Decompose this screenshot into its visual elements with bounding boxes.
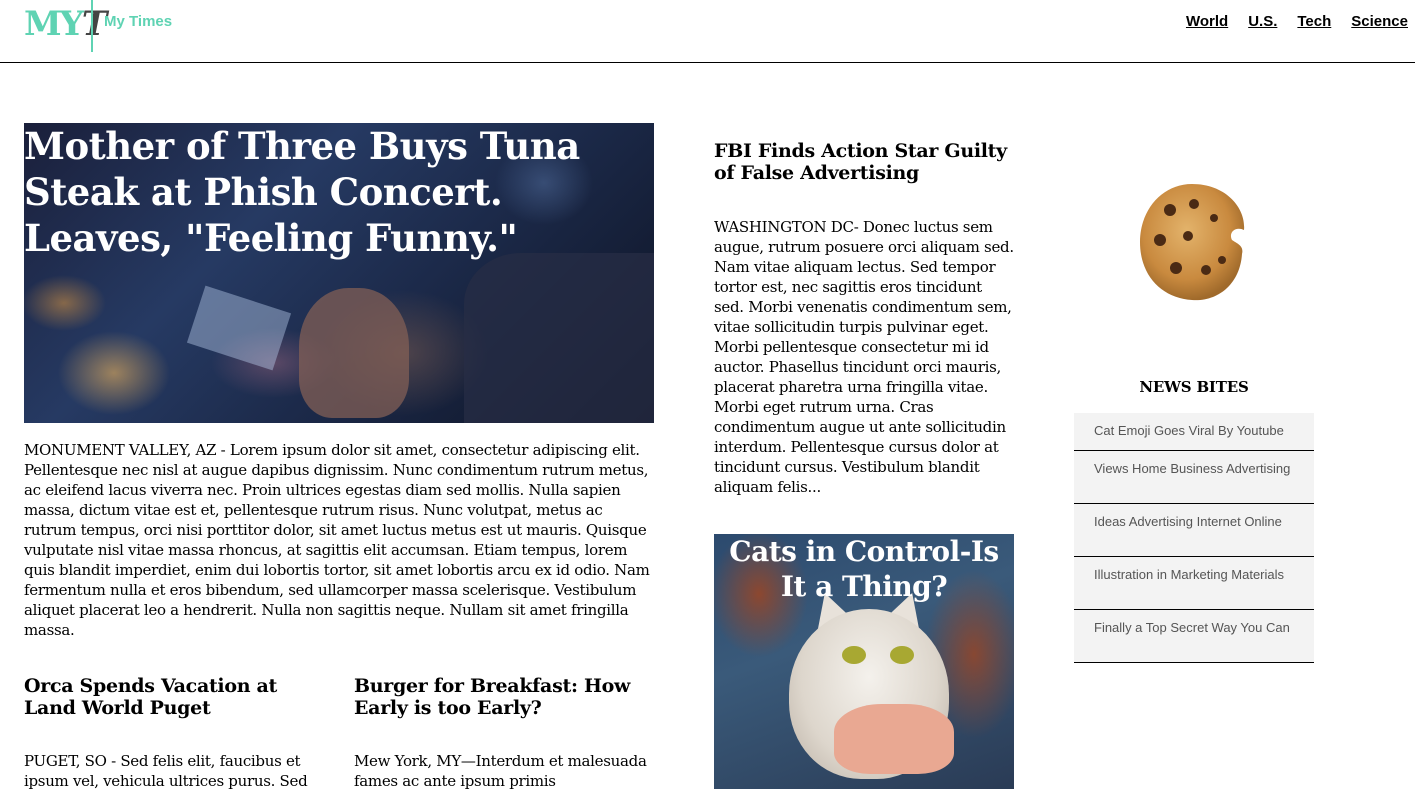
cat-eye-left bbox=[842, 646, 866, 664]
site-header: MYT My Times World U.S. Tech Science bbox=[0, 0, 1415, 63]
nav-link-us[interactable]: U.S. bbox=[1248, 13, 1277, 30]
news-bite-item[interactable]: Finally a Top Secret Way You Can bbox=[1074, 610, 1314, 663]
sub-story-1-title[interactable]: Orca Spends Vacation at Land World Puget bbox=[24, 675, 324, 719]
logo-divider bbox=[91, 0, 93, 52]
hero-napkin-shape bbox=[186, 285, 292, 371]
sub-story-2-title[interactable]: Burger for Breakfast: How Early is too E… bbox=[354, 675, 654, 719]
main-story-hero-image[interactable]: Mother of Three Buys Tuna Steak at Phish… bbox=[24, 123, 654, 423]
news-bites-heading: NEWS BITES bbox=[1139, 378, 1249, 396]
news-bite-item[interactable]: Views Home Business Advertising bbox=[1074, 451, 1314, 504]
cat-holding-hand bbox=[834, 704, 954, 774]
news-bite-item[interactable]: Cat Emoji Goes Viral By Youtube bbox=[1074, 413, 1314, 451]
site-logo[interactable]: MYT bbox=[24, 4, 107, 44]
hero-jacket-shape bbox=[464, 253, 654, 423]
main-story-title[interactable]: Mother of Three Buys Tuna Steak at Phish… bbox=[24, 123, 654, 261]
nav-link-tech[interactable]: Tech bbox=[1297, 13, 1331, 30]
logo-letters-my: MY bbox=[24, 4, 84, 44]
news-bite-item[interactable]: Illustration in Marketing Materials bbox=[1074, 557, 1314, 610]
news-bite-item[interactable]: Ideas Advertising Internet Online bbox=[1074, 504, 1314, 557]
site-name[interactable]: My Times bbox=[104, 13, 172, 30]
fbi-story-title[interactable]: FBI Finds Action Star Guilty of False Ad… bbox=[714, 140, 1014, 184]
sub-story-2-body: Mew York, MY—Interdum et malesuada fames… bbox=[354, 752, 647, 789]
cookie-icon bbox=[1140, 184, 1245, 301]
hero-hand-shape bbox=[299, 288, 409, 418]
cat-story-image[interactable]: Cats in Control-Is It a Thing? bbox=[714, 534, 1014, 789]
cat-story-title[interactable]: Cats in Control-Is It a Thing? bbox=[714, 534, 1014, 604]
nav-link-science[interactable]: Science bbox=[1351, 13, 1408, 30]
sub-story-1-body: PUGET, SO - Sed felis elit, faucibus et … bbox=[24, 752, 308, 789]
cat-eye-right bbox=[890, 646, 914, 664]
fbi-story-body: WASHINGTON DC- Donec luctus sem augue, r… bbox=[714, 218, 1014, 496]
main-nav: World U.S. Tech Science bbox=[1186, 13, 1408, 30]
nav-link-world[interactable]: World bbox=[1186, 13, 1228, 30]
logo-letter-t: T bbox=[81, 4, 107, 44]
news-bites-list: Cat Emoji Goes Viral By Youtube Views Ho… bbox=[1074, 413, 1314, 663]
main-story-body: MONUMENT VALLEY, AZ - Lorem ipsum dolor … bbox=[24, 441, 650, 639]
